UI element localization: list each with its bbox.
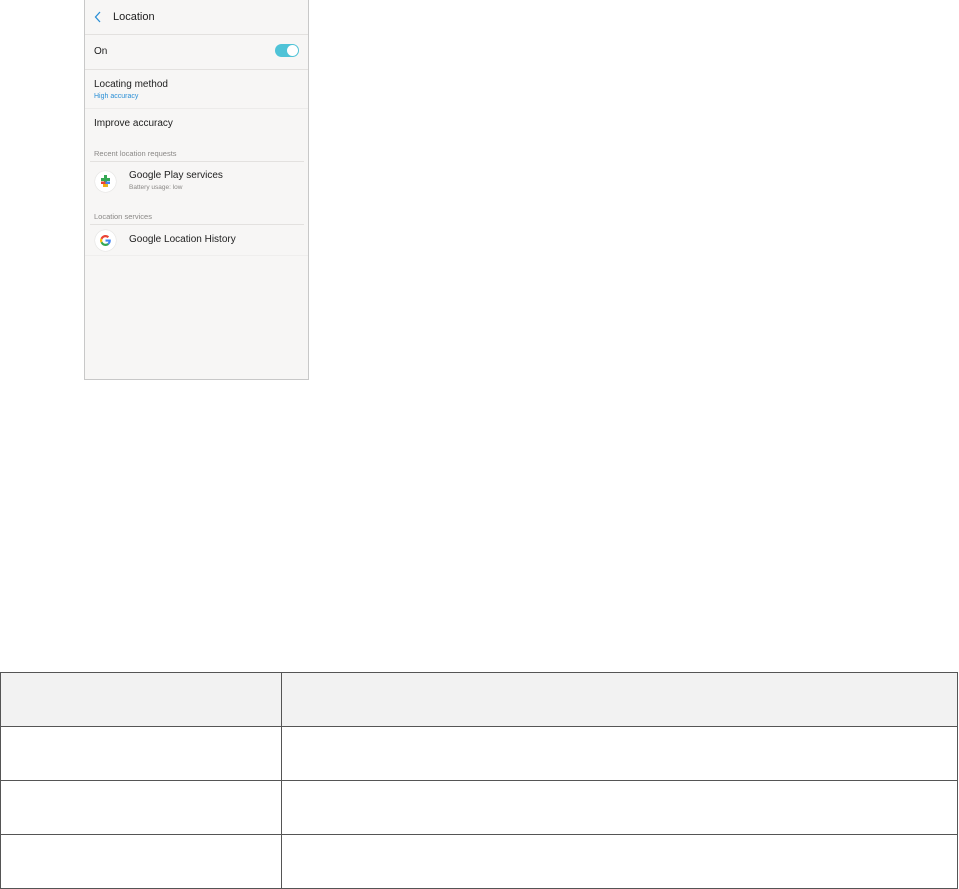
app-name: Google Play services (129, 170, 223, 181)
app-item-google-location-history[interactable]: Google Location History (85, 225, 308, 255)
empty-table (0, 672, 958, 889)
table-cell (0, 780, 282, 835)
table-cell (0, 834, 282, 889)
table-cell (0, 726, 282, 781)
locating-method-title: Locating method (94, 79, 168, 90)
google-g-icon (95, 230, 116, 251)
divider (85, 255, 308, 256)
table-header-cell (281, 672, 958, 727)
table-cell (281, 834, 958, 889)
app-detail: Battery usage: low (129, 184, 183, 191)
section-header-location-services: Location services (94, 212, 152, 221)
table-header-cell (0, 672, 282, 727)
locating-method-item[interactable]: Locating method High accuracy (85, 70, 308, 108)
toggle-label: On (94, 46, 108, 57)
app-bar: Location (85, 0, 308, 34)
improve-accuracy-title: Improve accuracy (94, 118, 173, 129)
table-row (0, 780, 958, 835)
page-title: Location (113, 11, 155, 23)
section-header-recent-requests: Recent location requests (94, 149, 177, 158)
table-header-row (0, 672, 958, 727)
phone-screenshot: Location On Locating method High accurac… (84, 0, 309, 380)
back-arrow-icon[interactable] (94, 11, 102, 23)
improve-accuracy-item[interactable]: Improve accuracy (85, 109, 308, 143)
toggle-knob (287, 45, 298, 56)
table-cell (281, 780, 958, 835)
locating-method-value: High accuracy (94, 93, 139, 100)
table-row (0, 834, 958, 889)
table-cell (281, 726, 958, 781)
app-name: Google Location History (129, 234, 236, 245)
table-row (0, 726, 958, 781)
location-toggle-switch[interactable] (275, 44, 299, 57)
google-play-services-icon (95, 171, 116, 192)
app-item-google-play-services[interactable]: Google Play services Battery usage: low (85, 162, 308, 207)
